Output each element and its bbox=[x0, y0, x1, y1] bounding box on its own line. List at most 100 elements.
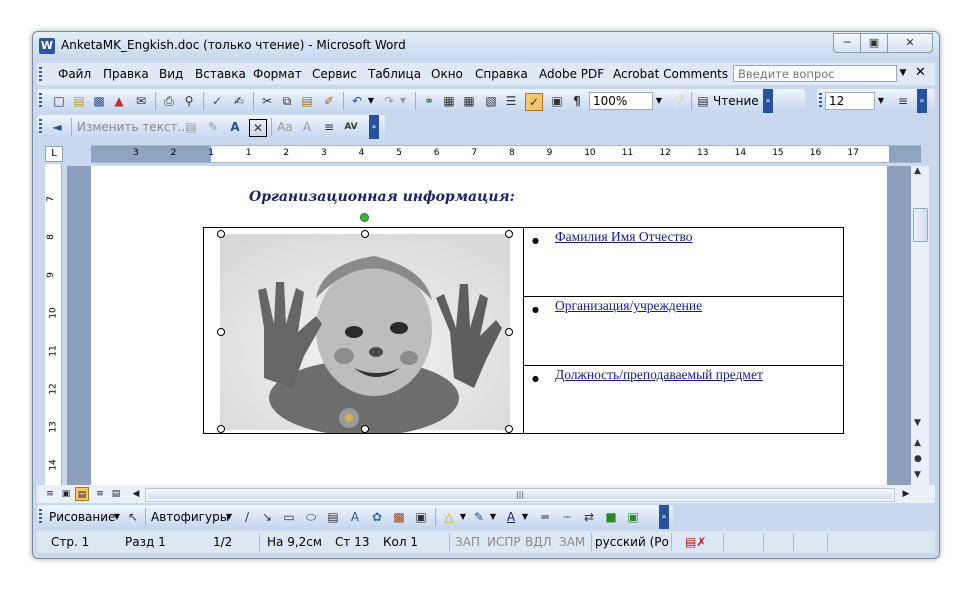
wordart-icon[interactable]: A bbox=[347, 509, 363, 525]
document-close-icon[interactable]: ✕ bbox=[915, 65, 926, 80]
format-painter-icon[interactable]: ✐ bbox=[321, 93, 337, 109]
browse-object-icon[interactable]: ● bbox=[914, 454, 922, 464]
help-question-input[interactable]: Введите вопрос bbox=[733, 65, 897, 82]
edit-text-button[interactable]: Изменить текст... bbox=[77, 120, 189, 134]
replace-text-icon[interactable]: A bbox=[299, 119, 315, 135]
info-table[interactable]: ● Фамилия Имя Отчество ● Организация/учр… bbox=[203, 227, 844, 434]
table-row[interactable]: ● Фамилия Имя Отчество bbox=[524, 228, 844, 297]
resize-handle[interactable] bbox=[505, 328, 513, 336]
insert-table-icon[interactable]: ▦ bbox=[461, 93, 477, 109]
font-color-dropdown-icon[interactable]: ▼ bbox=[519, 508, 531, 526]
menu-file[interactable]: Файл bbox=[58, 67, 91, 81]
dash-style-icon[interactable]: ┄ bbox=[559, 509, 575, 525]
previous-page-icon[interactable]: ▲ bbox=[914, 438, 921, 448]
print-preview-icon[interactable]: ⚲ bbox=[181, 93, 197, 109]
paste-icon[interactable]: ▤ bbox=[299, 93, 315, 109]
resize-handle[interactable] bbox=[361, 230, 369, 238]
strike-text-icon[interactable]: Aa bbox=[277, 119, 293, 135]
undo-dropdown-icon[interactable]: ▼ bbox=[365, 92, 377, 110]
line-color-dropdown-icon[interactable]: ▼ bbox=[487, 508, 499, 526]
document-page[interactable]: Организационная информация: ● Фамилия Им… bbox=[91, 166, 887, 488]
line-icon[interactable]: ∕ bbox=[239, 509, 255, 525]
redo-icon[interactable]: ↷ bbox=[381, 93, 397, 109]
outline-view-icon[interactable]: ≡ bbox=[93, 487, 107, 501]
redo-dropdown-icon[interactable]: ▼ bbox=[397, 92, 409, 110]
field-position-subject[interactable]: Должность/преподаваемый предмет bbox=[555, 367, 763, 383]
document-area[interactable]: Организационная информация: ● Фамилия Им… bbox=[67, 166, 911, 488]
diagram-icon[interactable]: ✿ bbox=[369, 509, 385, 525]
clip-art-icon[interactable]: ▩ bbox=[391, 509, 407, 525]
menubar-grip[interactable] bbox=[39, 67, 42, 83]
show-formatting-icon[interactable]: ¶ bbox=[569, 93, 585, 109]
autoshapes-dropdown-icon[interactable]: ▼ bbox=[223, 508, 235, 526]
help-icon[interactable]: ❔ bbox=[671, 93, 687, 109]
save-icon[interactable]: ▩ bbox=[91, 93, 107, 109]
email-icon[interactable]: ✉ bbox=[133, 93, 149, 109]
show-hide-icon[interactable]: AV bbox=[343, 119, 359, 135]
status-trk[interactable]: ИСПР bbox=[487, 535, 521, 549]
undo-icon[interactable]: ↶ bbox=[349, 93, 365, 109]
menu-tools[interactable]: Сервис bbox=[312, 67, 357, 81]
drawing-menu-button[interactable]: Рисование bbox=[49, 510, 115, 524]
select-objects-icon[interactable]: ↖ bbox=[125, 509, 141, 525]
align-left-icon[interactable]: ≡ bbox=[895, 93, 911, 109]
new-document-icon[interactable]: □ bbox=[51, 93, 67, 109]
document-map-icon[interactable]: ▣ bbox=[549, 93, 565, 109]
rectangle-icon[interactable]: ▭ bbox=[281, 509, 297, 525]
resize-handle[interactable] bbox=[505, 230, 513, 238]
indent-icon[interactable]: ≡ bbox=[321, 119, 337, 135]
font-size-combobox[interactable]: 12 bbox=[825, 92, 875, 110]
font-size-dropdown-icon[interactable]: ▼ bbox=[875, 92, 887, 110]
resize-handle[interactable] bbox=[361, 425, 369, 433]
resize-handle[interactable] bbox=[217, 230, 225, 238]
tab-selector[interactable]: L bbox=[45, 146, 63, 162]
drawing-dropdown-icon[interactable]: ▼ bbox=[111, 508, 123, 526]
text-edits-icon[interactable]: A bbox=[227, 119, 243, 135]
spelling-icon[interactable]: ✓ bbox=[209, 93, 225, 109]
oval-icon[interactable]: ⬭ bbox=[303, 509, 319, 525]
table-row[interactable]: ● Организация/учреждение bbox=[524, 297, 844, 366]
insert-excel-icon[interactable]: ▧ bbox=[483, 93, 499, 109]
scroll-right-icon[interactable]: ▶ bbox=[899, 487, 913, 501]
copy-icon[interactable]: ⧉ bbox=[279, 93, 295, 109]
cut-icon[interactable]: ✂ bbox=[259, 93, 275, 109]
3d-style-icon[interactable]: ▣ bbox=[625, 509, 641, 525]
tables-borders-icon[interactable]: ▦ bbox=[441, 93, 457, 109]
insert-picture-icon[interactable]: ▣ bbox=[413, 509, 429, 525]
status-ovr[interactable]: ЗАМ bbox=[559, 535, 585, 549]
horizontal-scrollbar[interactable]: ||| bbox=[145, 488, 895, 502]
photo-cell[interactable] bbox=[204, 228, 524, 433]
scroll-down-icon[interactable]: ▼ bbox=[914, 418, 921, 428]
arrow-style-icon[interactable]: ⇄ bbox=[581, 509, 597, 525]
fill-color-dropdown-icon[interactable]: ▼ bbox=[457, 508, 469, 526]
menu-window[interactable]: Окно bbox=[431, 67, 463, 81]
font-color-icon[interactable]: A bbox=[503, 509, 519, 525]
reading-layout-icon[interactable]: ▤ bbox=[695, 93, 711, 109]
zoom-combobox[interactable]: 100% bbox=[589, 92, 653, 110]
drawing-options-icon[interactable]: » bbox=[659, 505, 669, 529]
print-icon[interactable]: ⎙ bbox=[161, 93, 177, 109]
horizontal-scroll-thumb[interactable]: ||| bbox=[148, 490, 892, 499]
toolbar-grip[interactable] bbox=[39, 119, 42, 135]
minimize-button[interactable]: ─ bbox=[833, 33, 861, 53]
resize-handle[interactable] bbox=[217, 425, 225, 433]
toolbar-grip[interactable] bbox=[39, 93, 42, 109]
text-box-icon[interactable]: ▤ bbox=[325, 509, 341, 525]
status-language[interactable]: русский (Ро bbox=[595, 535, 669, 549]
horizontal-ruler[interactable]: 3 2 1 1 2 3 4 5 6 7 8 9 10 11 12 13 14 15 16 17 bbox=[91, 145, 921, 163]
menu-insert[interactable]: Вставка bbox=[195, 67, 246, 81]
hyperlink-icon[interactable]: ⚭ bbox=[421, 93, 437, 109]
child-photo[interactable] bbox=[204, 228, 523, 433]
close-button[interactable]: ✕ bbox=[887, 33, 933, 53]
comment-icon[interactable]: ◄ bbox=[49, 119, 65, 135]
fill-color-icon[interactable]: △ bbox=[441, 509, 457, 525]
web-layout-icon[interactable]: ▣ bbox=[59, 487, 73, 501]
arrow-icon[interactable]: ↘ bbox=[259, 509, 275, 525]
resize-handle[interactable] bbox=[217, 328, 225, 336]
normal-view-icon[interactable]: ≡ bbox=[43, 487, 57, 501]
vertical-scrollbar[interactable]: ▲ ▼ ▲ ● ▼ bbox=[911, 166, 929, 488]
print-layout-icon[interactable]: ▤ bbox=[75, 487, 89, 501]
status-ext[interactable]: ВДЛ bbox=[525, 535, 552, 549]
vertical-scroll-thumb[interactable] bbox=[913, 208, 928, 242]
menu-table[interactable]: Таблица bbox=[368, 67, 421, 81]
